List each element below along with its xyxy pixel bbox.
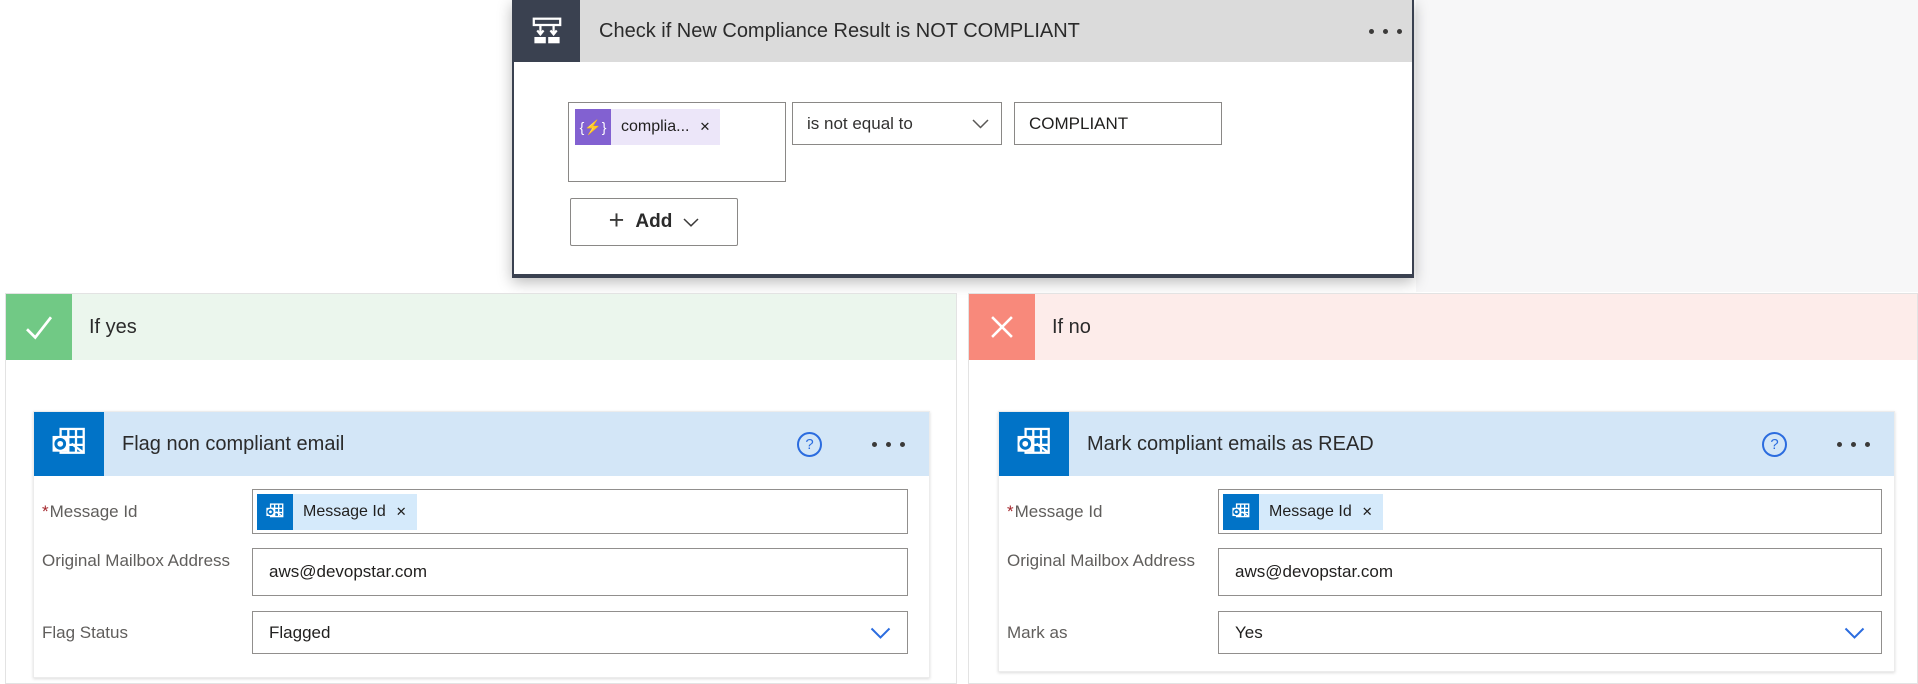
- action-card-flag-email: Flag non compliant email ? *Message Id M…: [33, 411, 930, 678]
- ellipsis-icon: [1837, 442, 1842, 447]
- token-label: Message Id: [1259, 494, 1356, 530]
- chevron-down-icon: [972, 119, 989, 129]
- remove-token-button[interactable]: ✕: [390, 494, 417, 530]
- add-condition-button[interactable]: + Add: [570, 198, 738, 246]
- required-asterisk: *: [42, 502, 49, 521]
- chevron-down-icon: [683, 218, 699, 227]
- field-label-mark-as: Mark as: [1007, 621, 1203, 645]
- field-label-mailbox: Original Mailbox Address: [42, 549, 238, 573]
- if-no-header: If no: [969, 294, 1917, 360]
- message-id-input[interactable]: Message Id ✕: [1218, 489, 1882, 534]
- action-card-mark-read: Mark compliant emails as READ ? *Message…: [998, 411, 1895, 672]
- add-button-label: Add: [635, 211, 672, 233]
- field-label-mailbox: Original Mailbox Address: [1007, 549, 1203, 573]
- remove-token-button[interactable]: ✕: [693, 109, 720, 145]
- token-label: complia...: [611, 109, 693, 145]
- condition-branch-icon: [514, 0, 580, 62]
- outlook-icon: [257, 494, 293, 530]
- if-no-label: If no: [1035, 316, 1091, 339]
- operator-dropdown[interactable]: is not equal to: [792, 102, 1002, 145]
- field-label-message-id: *Message Id: [42, 500, 238, 524]
- canvas-background: [1416, 0, 1918, 292]
- action-card-header[interactable]: Mark compliant emails as READ ?: [999, 412, 1894, 476]
- if-yes-label: If yes: [72, 316, 137, 339]
- chevron-down-icon: [1844, 627, 1865, 639]
- token-label: Message Id: [293, 494, 390, 530]
- remove-token-button[interactable]: ✕: [1356, 494, 1383, 530]
- x-mark-icon: [969, 294, 1035, 360]
- dynamic-content-token[interactable]: {⚡} complia... ✕: [575, 109, 720, 145]
- chevron-down-icon: [870, 627, 891, 639]
- dynamic-content-icon: {⚡}: [575, 109, 611, 145]
- flag-status-dropdown[interactable]: Flagged: [252, 611, 908, 654]
- card-menu-button[interactable]: [862, 434, 915, 455]
- ellipsis-icon: [1369, 29, 1374, 34]
- checkmark-icon: [6, 294, 72, 360]
- message-id-input[interactable]: Message Id ✕: [252, 489, 908, 534]
- mailbox-address-input[interactable]: aws@devopstar.com: [252, 548, 908, 596]
- if-yes-header: If yes: [6, 294, 956, 360]
- plus-icon: +: [609, 205, 625, 236]
- ellipsis-icon: [872, 442, 877, 447]
- condition-operand-field[interactable]: {⚡} complia... ✕: [568, 102, 786, 182]
- card-menu-button[interactable]: [1827, 434, 1880, 455]
- outlook-icon: [1223, 494, 1259, 530]
- flow-canvas: Check if New Compliance Result is NOT CO…: [0, 0, 1918, 684]
- field-label-flag-status: Flag Status: [42, 621, 238, 645]
- condition-title: Check if New Compliance Result is NOT CO…: [580, 20, 1359, 43]
- condition-card-header[interactable]: Check if New Compliance Result is NOT CO…: [514, 0, 1412, 62]
- message-id-token[interactable]: Message Id ✕: [257, 494, 417, 530]
- required-asterisk: *: [1007, 502, 1014, 521]
- condition-card: Check if New Compliance Result is NOT CO…: [512, 0, 1414, 278]
- condition-menu-button[interactable]: [1359, 21, 1412, 42]
- message-id-token[interactable]: Message Id ✕: [1223, 494, 1383, 530]
- help-button[interactable]: ?: [797, 432, 822, 457]
- field-label-message-id: *Message Id: [1007, 500, 1203, 524]
- condition-card-body: {⚡} complia... ✕ is not equal to COMPLIA…: [514, 62, 1412, 274]
- outlook-icon: [34, 412, 104, 476]
- mark-as-dropdown[interactable]: Yes: [1218, 611, 1882, 654]
- condition-value-input[interactable]: COMPLIANT: [1014, 102, 1222, 145]
- operator-value: is not equal to: [793, 114, 972, 134]
- mailbox-address-input[interactable]: aws@devopstar.com: [1218, 548, 1882, 596]
- action-card-title: Flag non compliant email: [104, 433, 797, 456]
- help-button[interactable]: ?: [1762, 432, 1787, 457]
- outlook-icon: [999, 412, 1069, 476]
- action-card-header[interactable]: Flag non compliant email ?: [34, 412, 929, 476]
- action-card-title: Mark compliant emails as READ: [1069, 433, 1762, 456]
